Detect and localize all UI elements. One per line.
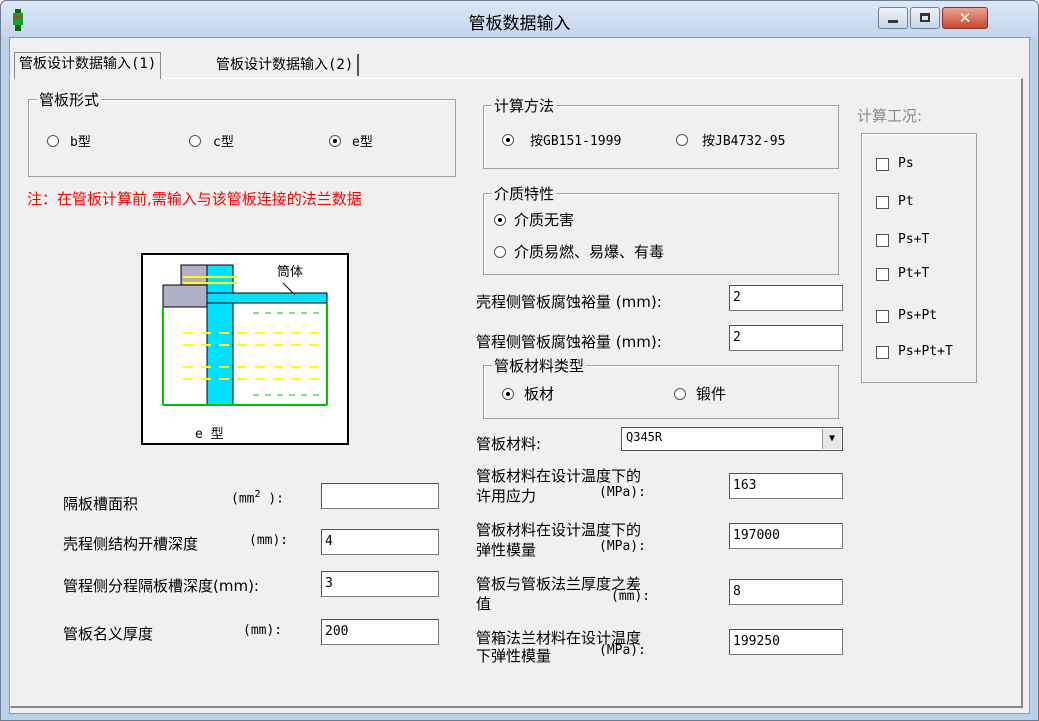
flange-note: 注：在管板计算前,需输入与该管板连接的法兰数据 (27, 190, 362, 208)
flange-modulus-unit: (MPa): (599, 643, 646, 658)
radio-gb151-label: 按GB151-1999 (530, 134, 622, 149)
window: 管板数据输入 ✕ 管板设计数据输入(1) 管板设计数据输入(2) 管板形式 b型… (0, 0, 1039, 721)
radio-b-type[interactable] (47, 135, 59, 147)
tab-panel: 管板形式 b型 c型 e型 注：在管板计算前,需输入与该管板连接的法兰数据 筒体… (10, 78, 1023, 708)
flange-modulus-input[interactable]: 199250 (729, 629, 843, 655)
checkbox-ps-pt-t-label: Ps+Pt+T (898, 344, 953, 359)
tube-corrosion-label: 管程侧管板腐蚀裕量 (mm): (476, 333, 662, 351)
modulus-unit: (MPa): (599, 539, 646, 554)
medium-title: 介质特性 (492, 183, 557, 204)
radio-plate-label: 板材 (524, 385, 555, 403)
close-icon: ✕ (958, 9, 972, 27)
radio-e-type[interactable] (329, 135, 341, 147)
partition-area-input[interactable] (321, 483, 439, 509)
nominal-thickness-input[interactable]: 200 (321, 619, 439, 645)
minimize-button[interactable] (878, 7, 908, 29)
conditions-group: Ps Pt Ps+T Pt+T Ps+Pt Ps+Pt+T (861, 133, 977, 383)
nominal-thickness-label: 管板名义厚度 (63, 625, 154, 643)
conditions-title: 计算工况: (857, 107, 923, 125)
modulus-input[interactable]: 197000 (729, 523, 843, 549)
thickness-diff-input[interactable]: 8 (729, 579, 843, 605)
checkbox-pt-t-label: Pt+T (898, 266, 930, 281)
radio-e-type-label: e型 (352, 135, 373, 150)
material-type-title: 管板材料类型 (492, 355, 587, 376)
radio-forging[interactable] (674, 388, 686, 400)
maximize-icon (920, 13, 930, 22)
minimize-icon (888, 20, 898, 23)
radio-jb4732[interactable] (676, 134, 688, 146)
checkbox-pt-label: Pt (898, 194, 914, 209)
allow-stress-label-1: 管板材料在设计温度下的 (476, 467, 642, 485)
radio-c-type-label: c型 (213, 135, 234, 150)
radio-medium-harmless-label: 介质无害 (514, 211, 575, 229)
allow-stress-input[interactable]: 163 (729, 473, 843, 499)
checkbox-ps-pt-t[interactable] (876, 346, 889, 359)
tube-sheet-diagram: 筒体 e 型 (141, 253, 349, 445)
checkbox-ps-label: Ps (898, 156, 914, 171)
medium-group: 介质特性 介质无害 介质易燃、易爆、有毒 (483, 183, 839, 275)
radio-medium-harmless[interactable] (494, 214, 506, 226)
radio-forging-label: 锻件 (696, 385, 727, 403)
client-area: 管板设计数据输入(1) 管板设计数据输入(2) 管板形式 b型 c型 e型 注：… (9, 37, 1030, 714)
tube-sheet-form-title: 管板形式 (37, 89, 102, 110)
chevron-down-icon[interactable]: ▼ (822, 429, 841, 449)
shell-groove-input[interactable]: 4 (321, 529, 439, 555)
tube-groove-input[interactable]: 3 (321, 571, 439, 597)
radio-jb4732-label: 按JB4732-95 (702, 134, 786, 149)
tube-sheet-form-group: 管板形式 b型 c型 e型 (28, 89, 456, 177)
radio-gb151[interactable] (502, 134, 514, 146)
calc-method-group: 计算方法 按GB151-1999 按JB4732-95 (483, 95, 839, 169)
radio-b-type-label: b型 (70, 135, 91, 150)
radio-c-type[interactable] (189, 135, 201, 147)
tab-design-data-2[interactable]: 管板设计数据输入(2) (212, 54, 360, 76)
calc-method-title: 计算方法 (492, 95, 557, 116)
checkbox-ps-t[interactable] (876, 234, 889, 247)
radio-medium-hazardous-label: 介质易燃、易爆、有毒 (514, 243, 665, 261)
close-button[interactable]: ✕ (942, 7, 988, 29)
checkbox-ps-pt[interactable] (876, 310, 889, 323)
material-label: 管板材料: (476, 435, 542, 453)
tab-design-data-1[interactable]: 管板设计数据输入(1) (14, 52, 162, 79)
modulus-label-2: 弹性模量 (476, 541, 537, 559)
partition-area-label: 隔板槽面积 (63, 495, 139, 513)
shell-corrosion-label: 壳程侧管板腐蚀裕量 (mm): (476, 293, 662, 311)
flange-modulus-label-2: 下弹性模量 (476, 647, 552, 665)
thickness-diff-unit: (mm): (611, 589, 651, 604)
material-type-group: 管板材料类型 板材 锻件 (483, 355, 839, 419)
cylinder-label: 筒体 (277, 265, 304, 280)
thickness-diff-label-2: 值 (476, 595, 492, 613)
title-bar[interactable]: 管板数据输入 ✕ (1, 1, 1038, 37)
checkbox-ps-t-label: Ps+T (898, 232, 930, 247)
partition-area-unit: (mm2 ): (231, 489, 284, 507)
modulus-label-1: 管板材料在设计温度下的 (476, 521, 642, 539)
e-type-drawing (162, 264, 328, 406)
radio-plate[interactable] (502, 388, 514, 400)
radio-medium-hazardous[interactable] (494, 246, 506, 258)
checkbox-ps-pt-label: Ps+Pt (898, 308, 938, 323)
tube-corrosion-input[interactable]: 2 (729, 325, 843, 351)
diagram-caption: e 型 (195, 427, 224, 442)
maximize-button[interactable] (910, 7, 940, 29)
allow-stress-unit: (MPa): (599, 485, 646, 500)
checkbox-ps[interactable] (876, 158, 889, 171)
material-select[interactable]: Q345R ▼ (621, 427, 843, 451)
shell-groove-unit: (mm): (249, 533, 289, 548)
nominal-thickness-unit: (mm): (243, 623, 283, 638)
allow-stress-label-2: 许用应力 (476, 487, 537, 505)
tube-groove-label: 管程侧分程隔板槽深度(mm): (63, 577, 259, 595)
checkbox-pt[interactable] (876, 196, 889, 209)
tab-strip: 管板设计数据输入(1) 管板设计数据输入(2) (10, 38, 1029, 80)
material-select-value: Q345R (626, 430, 663, 444)
checkbox-pt-t[interactable] (876, 268, 889, 281)
shell-groove-label: 壳程侧结构开槽深度 (63, 535, 199, 553)
shell-corrosion-input[interactable]: 2 (729, 285, 843, 311)
